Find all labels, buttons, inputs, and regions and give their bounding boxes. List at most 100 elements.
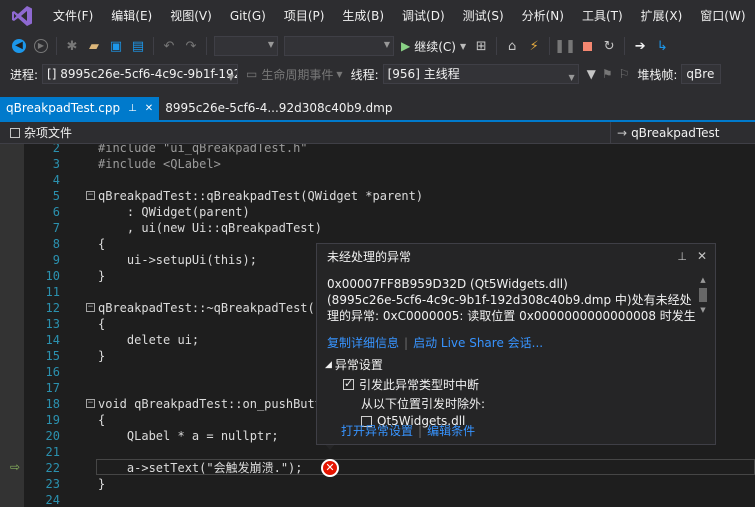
visual-studio-logo-icon[interactable]	[0, 0, 44, 32]
open-exception-settings-link[interactable]: 打开异常设置	[341, 424, 413, 438]
chevron-down-icon: ▼	[459, 41, 467, 51]
nav-scope-combo[interactable]: → qBreakpadTest	[610, 121, 720, 144]
toolbar: ◀ ▶ ✱ ▰ ▣ ▤ ↶ ↷ ▼ ▼ ▶ 继续(C) ▼ ⊞ ⌂ ⚡ ❚❚ ↻…	[0, 32, 755, 60]
chevron-down-icon: ▼	[227, 73, 235, 82]
menu-window[interactable]: 窗口(W)	[691, 0, 754, 32]
menu-project[interactable]: 项目(P)	[275, 0, 334, 32]
line-number: 23	[45, 477, 60, 491]
nav-scope-label: qBreakpadTest	[631, 125, 720, 140]
forward-icon[interactable]: ▶	[30, 35, 52, 57]
menu-test[interactable]: 测试(S)	[454, 0, 513, 32]
pin-icon[interactable]: ⊥	[677, 250, 687, 263]
line-number: 11	[45, 285, 60, 299]
line-number: 14	[45, 333, 60, 347]
lifecycle-icon[interactable]: ▭	[246, 67, 257, 81]
exception-title-bar: 未经处理的异常 ⊥ ✕	[317, 244, 715, 268]
flag-thread-icon[interactable]: ⚑	[602, 67, 613, 81]
menu-edit[interactable]: 编辑(E)	[102, 0, 161, 32]
pause-icon[interactable]: ❚❚	[554, 35, 576, 57]
collapse-icon[interactable]: −	[86, 399, 95, 408]
restart-icon[interactable]: ↻	[598, 35, 620, 57]
stop-icon[interactable]	[576, 35, 598, 57]
pin-icon[interactable]: ⊥	[128, 97, 137, 120]
flag-icon[interactable]: ⚐	[619, 67, 630, 81]
line-text: }	[98, 269, 106, 283]
solution-config-combo[interactable]: ▼	[214, 36, 278, 56]
stackframe-combo[interactable]: qBre	[681, 64, 722, 84]
line-number: 4	[52, 173, 60, 187]
exception-message: 0x00007FF8B959D32D (Qt5Widgets.dll) (899…	[327, 276, 696, 324]
line-number: 12	[45, 301, 60, 315]
scroll-thumb[interactable]	[699, 288, 707, 302]
menu-extensions[interactable]: 扩展(X)	[632, 0, 692, 32]
line-text: a->setText("会触发崩溃.");	[98, 461, 303, 475]
show-next-statement-icon[interactable]: ➔	[629, 35, 651, 57]
line-number: 24	[45, 493, 60, 507]
menu-analyze[interactable]: 分析(N)	[513, 0, 573, 32]
line-text: {	[98, 237, 106, 251]
menu-tools[interactable]: 工具(T)	[573, 0, 632, 32]
toolbar-separator	[206, 37, 207, 55]
close-icon[interactable]: ✕	[145, 97, 153, 120]
line-text: : QWidget(parent)	[98, 205, 250, 219]
menu-build[interactable]: 生成(B)	[333, 0, 393, 32]
code-line: 5 − qBreakpadTest::qBreakpadTest(QWidget…	[0, 188, 755, 204]
nav-project-combo[interactable]: 杂项文件	[0, 124, 610, 141]
exception-scrollbar[interactable]: ▲ ▼	[698, 276, 708, 324]
code-line-current: 22 a->setText("会触发崩溃.");	[0, 460, 755, 476]
line-number: 8	[52, 237, 60, 251]
tab-dmp-file[interactable]: 8995c26e-5cf6-4...92d308c40b9.dmp	[159, 97, 398, 120]
edit-conditions-link[interactable]: 编辑条件	[427, 424, 475, 438]
back-icon[interactable]: ◀	[8, 35, 30, 57]
line-number: 5	[52, 189, 60, 203]
error-icon[interactable]: ✕	[321, 459, 339, 477]
open-folder-icon[interactable]: ▰	[83, 35, 105, 57]
code-line: 6 : QWidget(parent)	[0, 204, 755, 220]
line-text: }	[98, 349, 106, 363]
copy-details-link[interactable]: 复制详细信息	[327, 336, 399, 350]
collapse-icon[interactable]: −	[86, 303, 95, 312]
filter-icon[interactable]: ▼	[587, 67, 596, 81]
line-text: qBreakpadTest::~qBreakpadTest()	[98, 301, 322, 315]
code-line: 7 , ui(new Ui::qBreakpadTest)	[0, 220, 755, 236]
new-project-icon[interactable]: ✱	[61, 35, 83, 57]
continue-button[interactable]: ▶ 继续(C) ▼	[397, 38, 470, 55]
line-text: , ui(new Ui::qBreakpadTest)	[98, 221, 322, 235]
menu-git[interactable]: Git(G)	[221, 0, 275, 32]
toolbar-separator	[624, 37, 626, 55]
thread-combo[interactable]: [956] 主线程 ▼	[382, 64, 579, 84]
menu-debug[interactable]: 调试(D)	[393, 0, 454, 32]
save-all-icon[interactable]: ▤	[127, 35, 149, 57]
app-window-icon[interactable]: ⌂	[501, 35, 523, 57]
collapse-icon[interactable]: −	[86, 191, 95, 200]
navigation-bar: 杂项文件 → qBreakpadTest	[0, 121, 755, 144]
exception-settings-header[interactable]: ◢ 异常设置	[325, 356, 485, 373]
solution-platform-combo[interactable]: ▼	[284, 36, 394, 56]
close-icon[interactable]: ✕	[697, 249, 707, 263]
toolbar-separator	[496, 37, 498, 55]
line-text: qBreakpadTest::qBreakpadTest(QWidget *pa…	[98, 189, 424, 203]
scroll-down-icon[interactable]: ▼	[698, 306, 708, 314]
line-number: 3	[52, 157, 60, 171]
undo-icon[interactable]: ↶	[158, 35, 180, 57]
attach-icon[interactable]: ⊞	[470, 35, 492, 57]
break-on-type-label: 引发此异常类型时中断	[359, 378, 480, 392]
thread-value: [956] 主线程	[387, 67, 460, 81]
redo-icon[interactable]: ↷	[180, 35, 202, 57]
live-share-link[interactable]: 启动 Live Share 会话...	[413, 336, 543, 350]
line-number: 15	[45, 349, 60, 363]
scroll-up-icon[interactable]: ▲	[698, 276, 708, 284]
menu-view[interactable]: 视图(V)	[161, 0, 221, 32]
save-icon[interactable]: ▣	[105, 35, 127, 57]
hot-reload-icon[interactable]: ⚡	[523, 35, 545, 57]
tab-qbreakpadtest-cpp[interactable]: qBreakpadTest.cpp ⊥ ✕	[0, 97, 160, 120]
continue-label: 继续(C)	[414, 39, 456, 54]
lifecycle-events-label[interactable]: 生命周期事件	[261, 66, 333, 83]
process-label: 进程:	[10, 67, 39, 82]
menu-file[interactable]: 文件(F)	[44, 0, 102, 32]
break-on-type-checkbox[interactable]	[343, 377, 354, 390]
code-line: 24	[0, 492, 755, 507]
line-text: void qBreakpadTest::on_pushButt	[98, 397, 322, 411]
step-into-icon[interactable]: ↳	[651, 35, 673, 57]
process-combo[interactable]: [] 8995c26e-5cf6-4c9c-9b1f-192 ▼	[42, 64, 239, 84]
